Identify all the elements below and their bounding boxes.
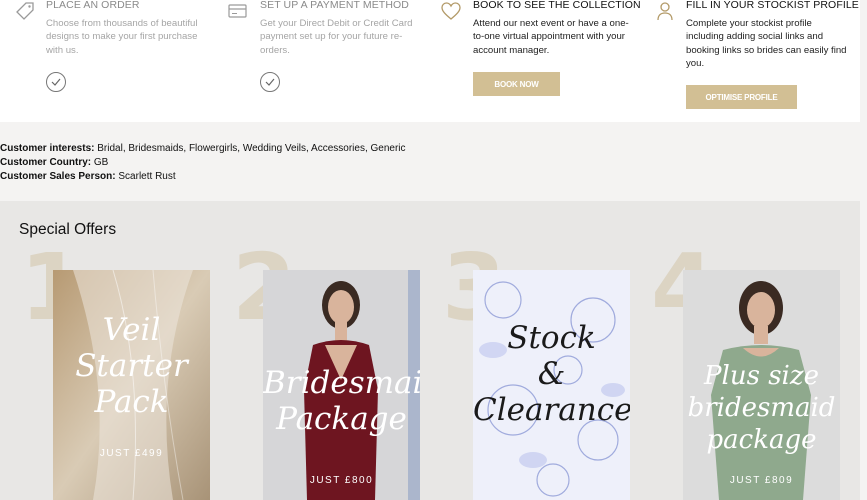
desc-line: booking links so brides can easily find: [686, 44, 847, 56]
title-line: &: [537, 356, 566, 392]
title-line: Stock: [507, 320, 596, 356]
desc-line: account manager.: [473, 44, 550, 56]
desc-line: Complete your stockist profile: [686, 18, 812, 29]
desc-line: Get your Direct Debit or Credit Card: [260, 18, 413, 29]
offer-title: Plus size bridesmaid package: [683, 360, 840, 456]
title-line: Starter: [75, 348, 188, 384]
desc-line: Attend our next event or have a one-: [473, 18, 629, 29]
title-line: bridesmaid: [687, 393, 836, 423]
offer-title: Stock & Clearance: [473, 320, 630, 428]
title-line: Veil: [102, 312, 161, 348]
step-title: SET UP A PAYMENT METHOD: [260, 0, 409, 11]
offer-card-plus-size-bridesmaid[interactable]: Plus size bridesmaid package JUST £809: [683, 270, 840, 500]
info-value: GB: [91, 157, 109, 168]
info-value: Scarlett Rust: [115, 171, 176, 182]
step-description: Attend our next event or have a one- to-…: [473, 17, 648, 57]
offer-title: Bridesmaid Package: [263, 365, 420, 437]
customer-sales-person: Customer Sales Person: Scarlett Rust: [0, 171, 176, 182]
desc-line: designs to make your first purchase: [46, 31, 198, 43]
desc-line: payment set up for your future re-: [260, 31, 403, 43]
special-offers-section: Special Offers 1 Veil Starter Pack JUST …: [0, 201, 860, 500]
tag-icon: [14, 0, 36, 22]
info-label: Customer interests:: [0, 143, 95, 154]
step-description: Get your Direct Debit or Credit Card pay…: [260, 17, 435, 57]
desc-line: with us.: [46, 44, 79, 56]
desc-line: orders.: [260, 44, 290, 56]
offer-price: JUST £499: [99, 448, 164, 459]
info-label: Customer Country:: [0, 157, 92, 168]
step-description: Complete your stockist profile including…: [686, 17, 866, 71]
offer-title: Veil Starter Pack: [53, 312, 210, 420]
user-icon: [654, 0, 676, 22]
heart-icon: [440, 0, 462, 22]
title-line: Plus size: [704, 361, 819, 391]
desc-line: you.: [686, 58, 705, 70]
desc-line: including adding social links and: [686, 31, 824, 43]
offer-card-stock-clearance[interactable]: Stock & Clearance: [473, 270, 630, 500]
title-line: Pack: [94, 384, 169, 420]
step-title: FILL IN YOUR STOCKIST PROFILE: [686, 0, 859, 11]
offer-price: JUST £809: [729, 475, 794, 486]
check-icon: [260, 72, 280, 92]
offer-card-bridesmaid-package[interactable]: Bridesmaid Package JUST £800: [263, 270, 420, 500]
step-title: BOOK TO SEE THE COLLECTION: [473, 0, 641, 11]
offer-price: JUST £800: [309, 475, 374, 486]
onboarding-steps: PLACE AN ORDER Choose from thousands of …: [0, 0, 860, 122]
title-line: Clearance: [473, 392, 630, 428]
check-icon: [46, 72, 66, 92]
optimise-profile-button[interactable]: OPTIMISE PROFILE: [686, 85, 797, 109]
info-label: Customer Sales Person:: [0, 171, 116, 182]
offer-card-veil-starter-pack[interactable]: Veil Starter Pack JUST £499: [53, 270, 210, 500]
desc-line: Choose from thousands of beautiful: [46, 18, 198, 29]
customer-country: Customer Country: GB: [0, 157, 108, 168]
info-value: Bridal, Bridesmaids, Flowergirls, Weddin…: [94, 143, 406, 154]
title-line: Bridesmaid: [263, 365, 420, 401]
desc-line: to-one virtual appointment with your: [473, 31, 625, 43]
customer-interests: Customer interests: Bridal, Bridesmaids,…: [0, 143, 406, 154]
book-now-button[interactable]: BOOK NOW: [473, 72, 560, 96]
credit-card-icon: [227, 0, 249, 22]
title-line: package: [706, 425, 817, 455]
step-title: PLACE AN ORDER: [46, 0, 140, 11]
step-description: Choose from thousands of beautiful desig…: [46, 17, 221, 57]
title-line: Package: [276, 401, 407, 437]
